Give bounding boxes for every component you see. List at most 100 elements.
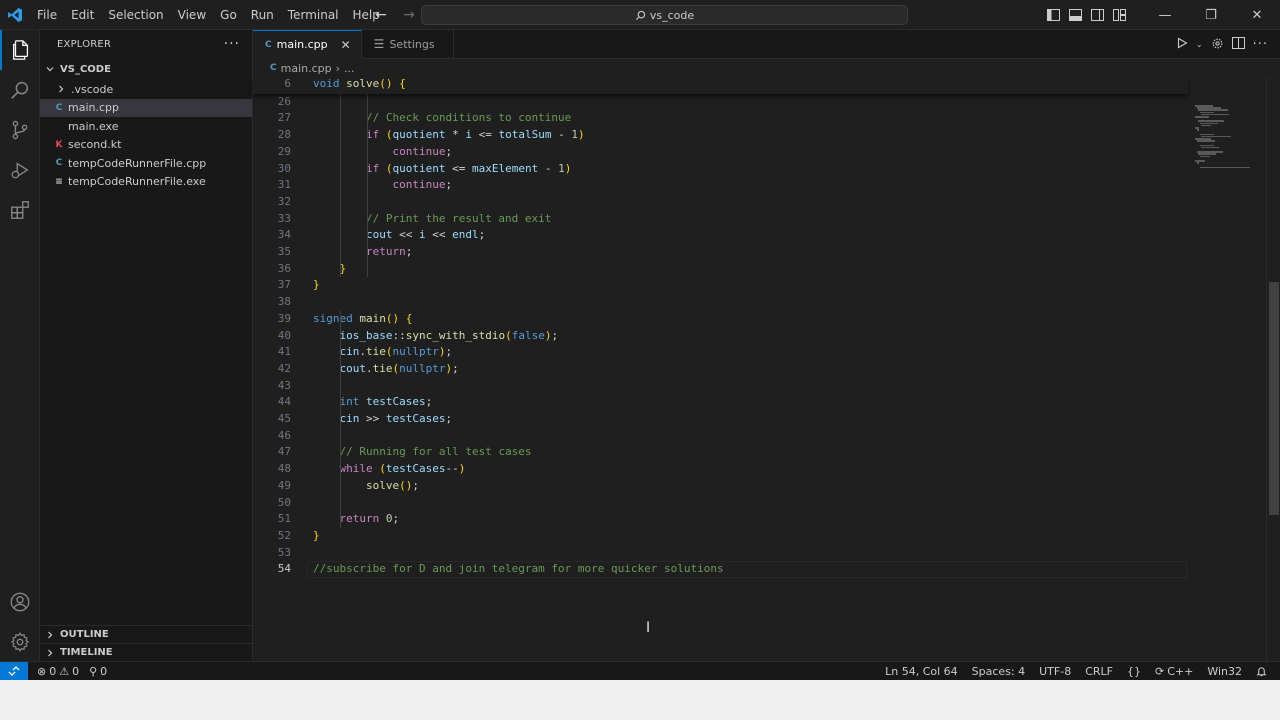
accounts-icon[interactable] bbox=[0, 582, 40, 622]
code-line[interactable]: 53 bbox=[253, 545, 1188, 562]
code-text: //subscribe for D and join telegram for … bbox=[313, 562, 724, 576]
back-arrow-icon[interactable]: ← bbox=[372, 6, 390, 24]
menu-file[interactable]: File bbox=[30, 0, 64, 30]
code-editor[interactable]: 6 void solve() { 26 27 // Check condition… bbox=[253, 77, 1280, 661]
code-line[interactable]: 36 } bbox=[253, 261, 1188, 278]
command-center-search[interactable]: vs_code bbox=[421, 5, 908, 25]
code-line[interactable]: 44 int testCases; bbox=[253, 394, 1188, 411]
tree-item-temp-cpp[interactable]: C tempCodeRunnerFile.cpp bbox=[40, 154, 252, 173]
menu-edit[interactable]: Edit bbox=[64, 0, 101, 30]
activity-bar bbox=[0, 30, 40, 661]
code-line[interactable]: 42 cout.tie(nullptr); bbox=[253, 361, 1188, 378]
forward-arrow-icon[interactable]: → bbox=[400, 6, 418, 24]
tree-item-temp-exe[interactable]: ≡ tempCodeRunnerFile.exe bbox=[40, 173, 252, 192]
encoding[interactable]: UTF-8 bbox=[1034, 665, 1076, 678]
code-line[interactable]: 32 bbox=[253, 194, 1188, 211]
code-line[interactable]: 28 if (quotient * i <= totalSum - 1) bbox=[253, 127, 1188, 144]
manage-gear-icon[interactable] bbox=[0, 622, 40, 662]
code-line[interactable]: 39 signed main() { bbox=[253, 311, 1188, 328]
timeline-section[interactable]: TIMELINE bbox=[40, 643, 253, 661]
code-line[interactable]: 37} bbox=[253, 277, 1188, 294]
indent-guide bbox=[340, 93, 341, 278]
cursor-position[interactable]: Ln 54, Col 64 bbox=[880, 665, 963, 678]
ports-status[interactable]: ⚲ 0 bbox=[84, 665, 112, 678]
menu-go[interactable]: Go bbox=[213, 0, 244, 30]
tree-item-second-kt[interactable]: K second.kt bbox=[40, 136, 252, 155]
code-line[interactable]: 38 bbox=[253, 294, 1188, 311]
close-icon[interactable]: ✕ bbox=[341, 38, 351, 52]
tab-settings[interactable]: ☰ Settings bbox=[362, 30, 454, 58]
code-line[interactable]: 43 bbox=[253, 378, 1188, 395]
code-line[interactable]: 30 if (quotient <= maxElement - 1) bbox=[253, 161, 1188, 178]
language-mode[interactable]: ⟳ C++ bbox=[1150, 665, 1198, 678]
scrollbar-thumb[interactable] bbox=[1269, 282, 1279, 515]
explorer-icon[interactable] bbox=[0, 30, 40, 70]
settings-gear-icon[interactable] bbox=[1211, 37, 1224, 53]
tree-item-vscode-folder[interactable]: .vscode bbox=[40, 80, 252, 99]
code-line[interactable]: 29 continue; bbox=[253, 144, 1188, 161]
code-line[interactable]: 41 cin.tie(nullptr); bbox=[253, 344, 1188, 361]
code-line[interactable]: 46 bbox=[253, 428, 1188, 445]
sticky-scroll-line[interactable]: 6 void solve() { bbox=[253, 77, 1188, 94]
toggle-secondary-sidebar-icon[interactable] bbox=[1086, 4, 1108, 26]
code-line[interactable]: 49 solve(); bbox=[253, 478, 1188, 495]
tree-item-main-exe[interactable]: main.exe bbox=[40, 117, 252, 136]
breadcrumb-rest[interactable]: ... bbox=[344, 62, 355, 75]
more-actions-icon[interactable]: ··· bbox=[1253, 37, 1268, 52]
breadcrumb-file[interactable]: main.cpp bbox=[281, 62, 332, 75]
code-text: // Running for all test cases bbox=[339, 445, 532, 459]
run-debug-icon[interactable] bbox=[0, 150, 40, 190]
code-line[interactable]: 27 // Check conditions to continue bbox=[253, 110, 1188, 127]
restore-icon[interactable]: ❐ bbox=[1188, 0, 1234, 30]
menu-selection[interactable]: Selection bbox=[101, 0, 170, 30]
code-line[interactable]: 51 return 0; bbox=[253, 511, 1188, 528]
toggle-primary-sidebar-icon[interactable] bbox=[1042, 4, 1064, 26]
code-line[interactable]: 47 // Running for all test cases bbox=[253, 444, 1188, 461]
vertical-scrollbar[interactable] bbox=[1266, 77, 1280, 661]
indentation[interactable]: Spaces: 4 bbox=[967, 665, 1030, 678]
minimap[interactable] bbox=[1191, 77, 1261, 169]
status-bar: ⊗ 0 ⚠ 0 ⚲ 0 Ln 54, Col 64 Spaces: 4 UTF-… bbox=[0, 661, 1280, 681]
run-code-icon[interactable] bbox=[1176, 37, 1188, 52]
code-line[interactable]: 50 bbox=[253, 495, 1188, 512]
code-text: int testCases; bbox=[339, 395, 433, 409]
code-line[interactable]: 52} bbox=[253, 528, 1188, 545]
menu-run[interactable]: Run bbox=[244, 0, 281, 30]
platform[interactable]: Win32 bbox=[1202, 665, 1247, 678]
notifications-bell-icon[interactable] bbox=[1251, 666, 1272, 677]
remote-indicator-icon[interactable] bbox=[0, 661, 28, 681]
code-line[interactable]: 33 // Print the result and exit bbox=[253, 211, 1188, 228]
problems-status[interactable]: ⊗ 0 ⚠ 0 bbox=[32, 665, 84, 678]
code-line[interactable]: 48 while (testCases--) bbox=[253, 461, 1188, 478]
toggle-panel-icon[interactable] bbox=[1064, 4, 1086, 26]
close-window-icon[interactable]: ✕ bbox=[1234, 0, 1280, 30]
code-line[interactable]: 45 cin >> testCases; bbox=[253, 411, 1188, 428]
minimize-icon[interactable]: — bbox=[1142, 0, 1188, 30]
code-line[interactable]: 31 continue; bbox=[253, 177, 1188, 194]
sticky-code: void solve() { bbox=[313, 77, 406, 90]
code-line[interactable]: 26 bbox=[253, 94, 1188, 111]
vscode-logo-icon[interactable] bbox=[0, 0, 30, 30]
tree-item-main-cpp[interactable]: C main.cpp bbox=[40, 98, 252, 117]
menu-view[interactable]: View bbox=[171, 0, 213, 30]
workspace-folder[interactable]: VS_CODE bbox=[40, 58, 252, 80]
source-control-icon[interactable] bbox=[0, 110, 40, 150]
outline-section[interactable]: OUTLINE bbox=[40, 625, 253, 643]
line-number: 32 bbox=[277, 194, 291, 208]
tab-main-cpp[interactable]: C main.cpp ✕ bbox=[253, 30, 362, 59]
line-number: 39 bbox=[277, 311, 291, 325]
split-editor-icon[interactable] bbox=[1231, 37, 1245, 52]
extensions-icon[interactable] bbox=[0, 190, 40, 230]
end-of-line[interactable]: CRLF bbox=[1080, 665, 1118, 678]
code-line[interactable]: 54 //subscribe for D and join telegram fo… bbox=[253, 561, 1188, 578]
braces-icon[interactable]: {} bbox=[1122, 665, 1146, 678]
customize-layout-icon[interactable] bbox=[1108, 4, 1130, 26]
line-number: 35 bbox=[277, 245, 291, 258]
menu-terminal[interactable]: Terminal bbox=[281, 0, 346, 30]
code-line[interactable]: 40 ios_base::sync_with_stdio(false); bbox=[253, 328, 1188, 345]
code-line[interactable]: 34 cout << i << endl; bbox=[253, 227, 1188, 244]
more-actions-icon[interactable]: ··· bbox=[224, 36, 240, 52]
code-line[interactable]: 35 return; bbox=[253, 244, 1188, 261]
search-icon[interactable] bbox=[0, 70, 40, 110]
chevron-down-icon[interactable]: ⌄ bbox=[1196, 40, 1203, 49]
